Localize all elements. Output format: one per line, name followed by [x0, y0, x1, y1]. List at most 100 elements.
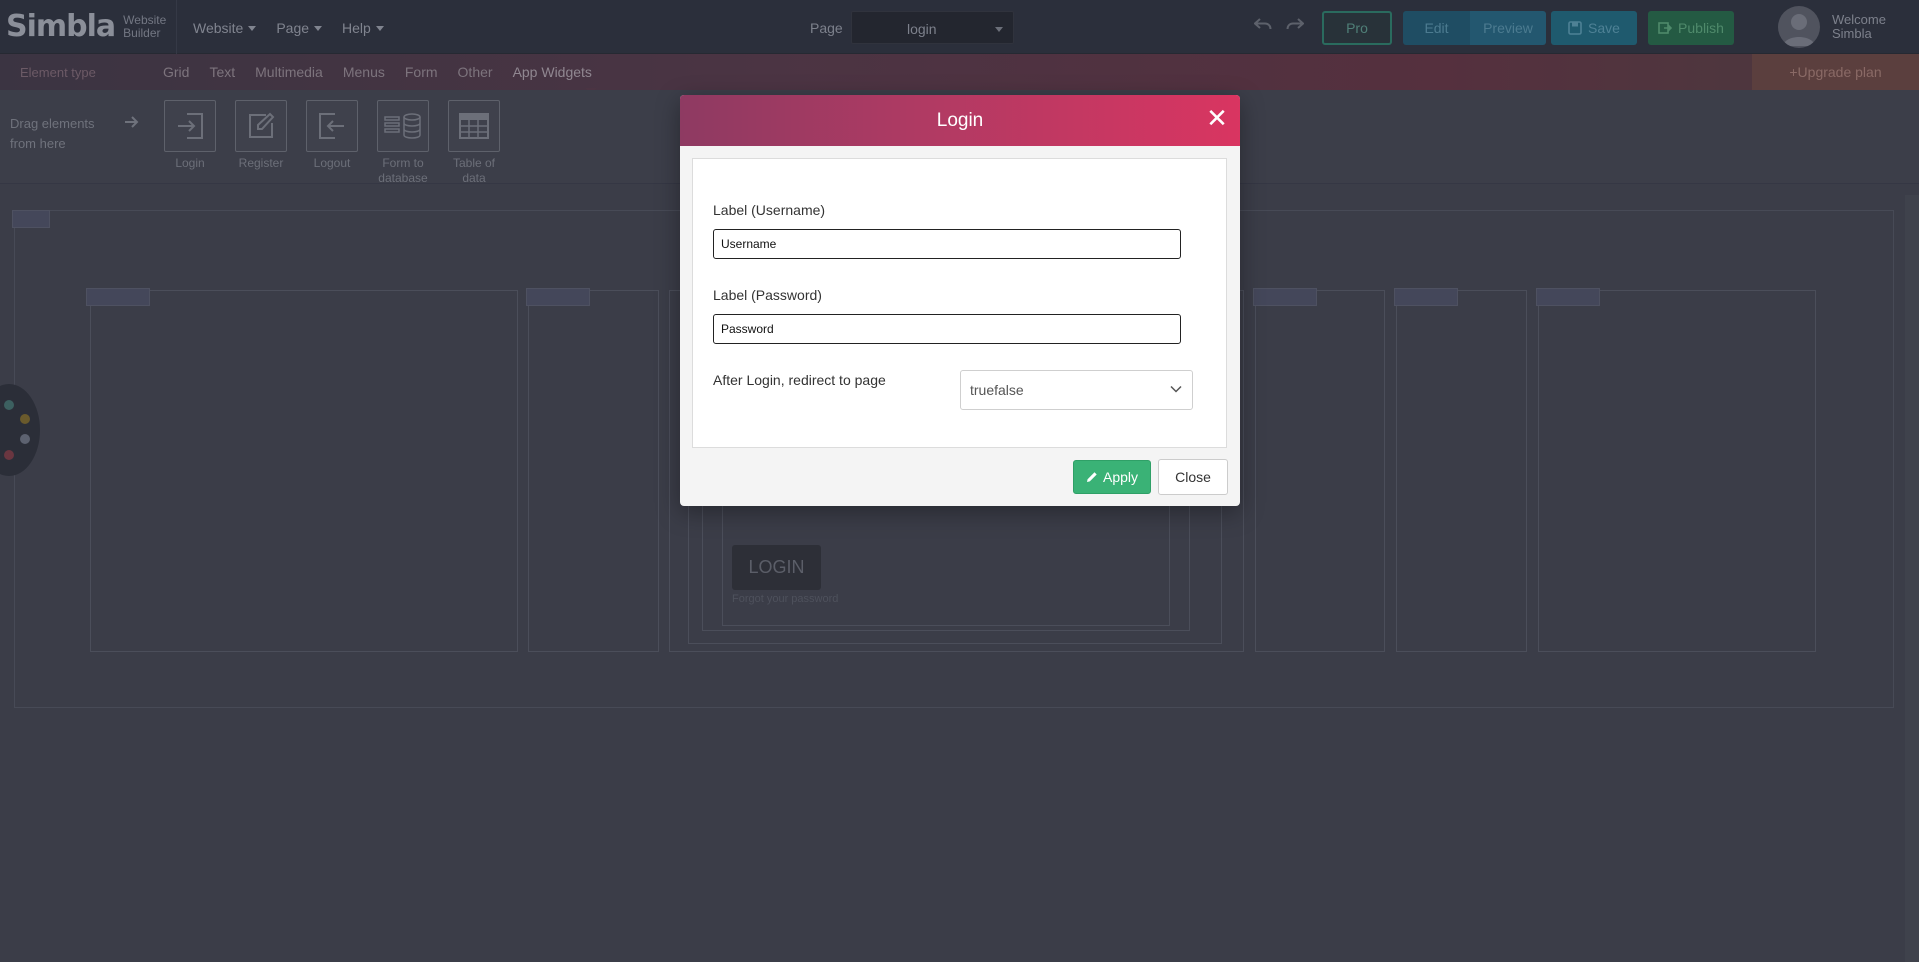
undo-icon[interactable] — [1254, 16, 1272, 32]
column-tag — [1253, 288, 1317, 306]
tab-other[interactable]: Other — [458, 64, 493, 80]
upgrade-plan-button[interactable]: +Upgrade plan — [1752, 54, 1919, 90]
element-type-label: Element type — [20, 65, 96, 80]
redirect-page-select[interactable]: truefalse — [960, 370, 1193, 410]
modal-body: Label (Username) Label (Password) After … — [692, 158, 1227, 448]
menu-page-label: Page — [276, 20, 310, 36]
widget-form-to-database[interactable]: Form to database — [377, 100, 429, 186]
tab-text[interactable]: Text — [209, 64, 235, 80]
welcome-text: Welcome Simbla — [1832, 13, 1886, 41]
logo: Simbla Website Builder — [6, 9, 166, 44]
divider — [176, 0, 177, 54]
tab-app-widgets[interactable]: App Widgets — [513, 64, 592, 80]
canvas-tag — [12, 210, 50, 228]
close-icon[interactable]: ✕ — [1205, 105, 1229, 131]
widget-table-of-data-label: Table of data — [452, 156, 496, 185]
element-type-bar: Element type Grid Text Multimedia Menus … — [0, 54, 1919, 90]
redo-icon[interactable] — [1286, 16, 1304, 32]
tab-multimedia[interactable]: Multimedia — [255, 64, 323, 80]
login-settings-modal: Login ✕ Label (Username) Label (Password… — [680, 95, 1240, 506]
chevron-down-icon — [1170, 385, 1182, 393]
grid-column[interactable] — [528, 290, 659, 652]
grid-column[interactable] — [90, 290, 518, 652]
password-label: Label (Password) — [713, 287, 822, 303]
caret-down-icon — [248, 26, 257, 31]
widget-register-label: Register — [238, 156, 284, 170]
user-avatar-icon — [1783, 14, 1815, 46]
undo-redo-group — [1254, 16, 1304, 32]
scrollbar[interactable] — [1905, 195, 1919, 962]
register-icon — [249, 112, 275, 138]
apply-button[interactable]: Apply — [1073, 460, 1151, 494]
username-label: Label (Username) — [713, 202, 826, 218]
widget-login[interactable]: Login — [164, 100, 216, 186]
tab-menus[interactable]: Menus — [343, 64, 385, 80]
password-label-input[interactable] — [713, 314, 1181, 344]
database-icon — [384, 113, 421, 139]
forgot-password-link[interactable]: Forgot your password — [732, 593, 838, 605]
column-tag — [1394, 288, 1458, 306]
tab-form[interactable]: Form — [405, 64, 438, 80]
background-login-button[interactable]: LOGIN — [732, 545, 821, 590]
menu-help[interactable]: Help — [342, 20, 384, 36]
upgrade-plan-label: +Upgrade plan — [1789, 64, 1882, 80]
menu-page[interactable]: Page — [276, 20, 323, 36]
menu-website[interactable]: Website — [193, 20, 257, 36]
grid-column[interactable] — [1255, 290, 1385, 652]
caret-down-icon — [995, 27, 1003, 32]
top-menu: Website Page Help — [193, 20, 384, 36]
redirect-page-value: truefalse — [970, 382, 1024, 398]
welcome-user-name: Simbla — [1832, 26, 1872, 41]
caret-down-icon — [314, 26, 323, 31]
widget-login-box — [164, 100, 216, 152]
avatar[interactable] — [1778, 6, 1820, 48]
widget-list: Login Register Logout Form to database T… — [164, 100, 500, 186]
welcome-line1: Welcome — [1832, 12, 1886, 27]
close-button-label: Close — [1175, 469, 1211, 485]
page-select-value: login — [907, 21, 937, 37]
color-wheel-tool[interactable] — [0, 384, 40, 476]
arrow-right-icon — [125, 116, 139, 128]
widget-form-to-database-box — [377, 100, 429, 152]
edit-button[interactable]: Edit — [1403, 11, 1470, 45]
widget-logout[interactable]: Logout — [306, 100, 358, 186]
column-tag — [526, 288, 590, 306]
widget-register[interactable]: Register — [235, 100, 287, 186]
save-button[interactable]: Save — [1551, 11, 1637, 45]
column-tag — [86, 288, 150, 306]
username-label-input[interactable] — [713, 229, 1181, 259]
pro-button[interactable]: Pro — [1322, 11, 1392, 45]
edit-button-label: Edit — [1424, 20, 1449, 36]
save-button-label: Save — [1588, 20, 1620, 36]
logo-sub-line2: Builder — [123, 25, 161, 40]
publish-button[interactable]: Publish — [1648, 11, 1734, 45]
palette-icon — [4, 400, 30, 460]
tab-grid[interactable]: Grid — [163, 64, 189, 80]
close-button[interactable]: Close — [1158, 459, 1228, 495]
menu-help-label: Help — [342, 20, 371, 36]
pencil-icon — [1086, 472, 1097, 482]
table-icon — [459, 113, 489, 139]
redirect-label: After Login, redirect to page — [713, 372, 886, 388]
top-bar: Simbla Website Builder Website Page Help… — [0, 0, 1919, 54]
widget-form-to-database-label: Form to database — [378, 156, 428, 185]
logo-subtitle: Website Builder — [123, 12, 167, 40]
widget-table-of-data[interactable]: Table of data — [448, 100, 500, 186]
apply-button-label: Apply — [1102, 469, 1139, 485]
preview-button-label: Preview — [1483, 20, 1533, 36]
logo-text: Simbla — [6, 9, 116, 44]
logout-icon — [319, 113, 344, 139]
page-select[interactable]: login — [851, 11, 1014, 44]
logo-sub-line1: Website — [123, 12, 167, 27]
widget-logout-box — [306, 100, 358, 152]
widget-register-box — [235, 100, 287, 152]
column-tag — [1536, 288, 1600, 306]
grid-column[interactable] — [1396, 290, 1527, 652]
element-tabs: Grid Text Multimedia Menus Form Other Ap… — [163, 64, 592, 80]
preview-button[interactable]: Preview — [1470, 11, 1546, 45]
widget-login-label: Login — [175, 156, 205, 170]
caret-down-icon — [375, 26, 384, 31]
floppy-icon — [1568, 21, 1582, 35]
grid-column[interactable] — [1538, 290, 1816, 652]
publish-icon — [1658, 22, 1673, 34]
